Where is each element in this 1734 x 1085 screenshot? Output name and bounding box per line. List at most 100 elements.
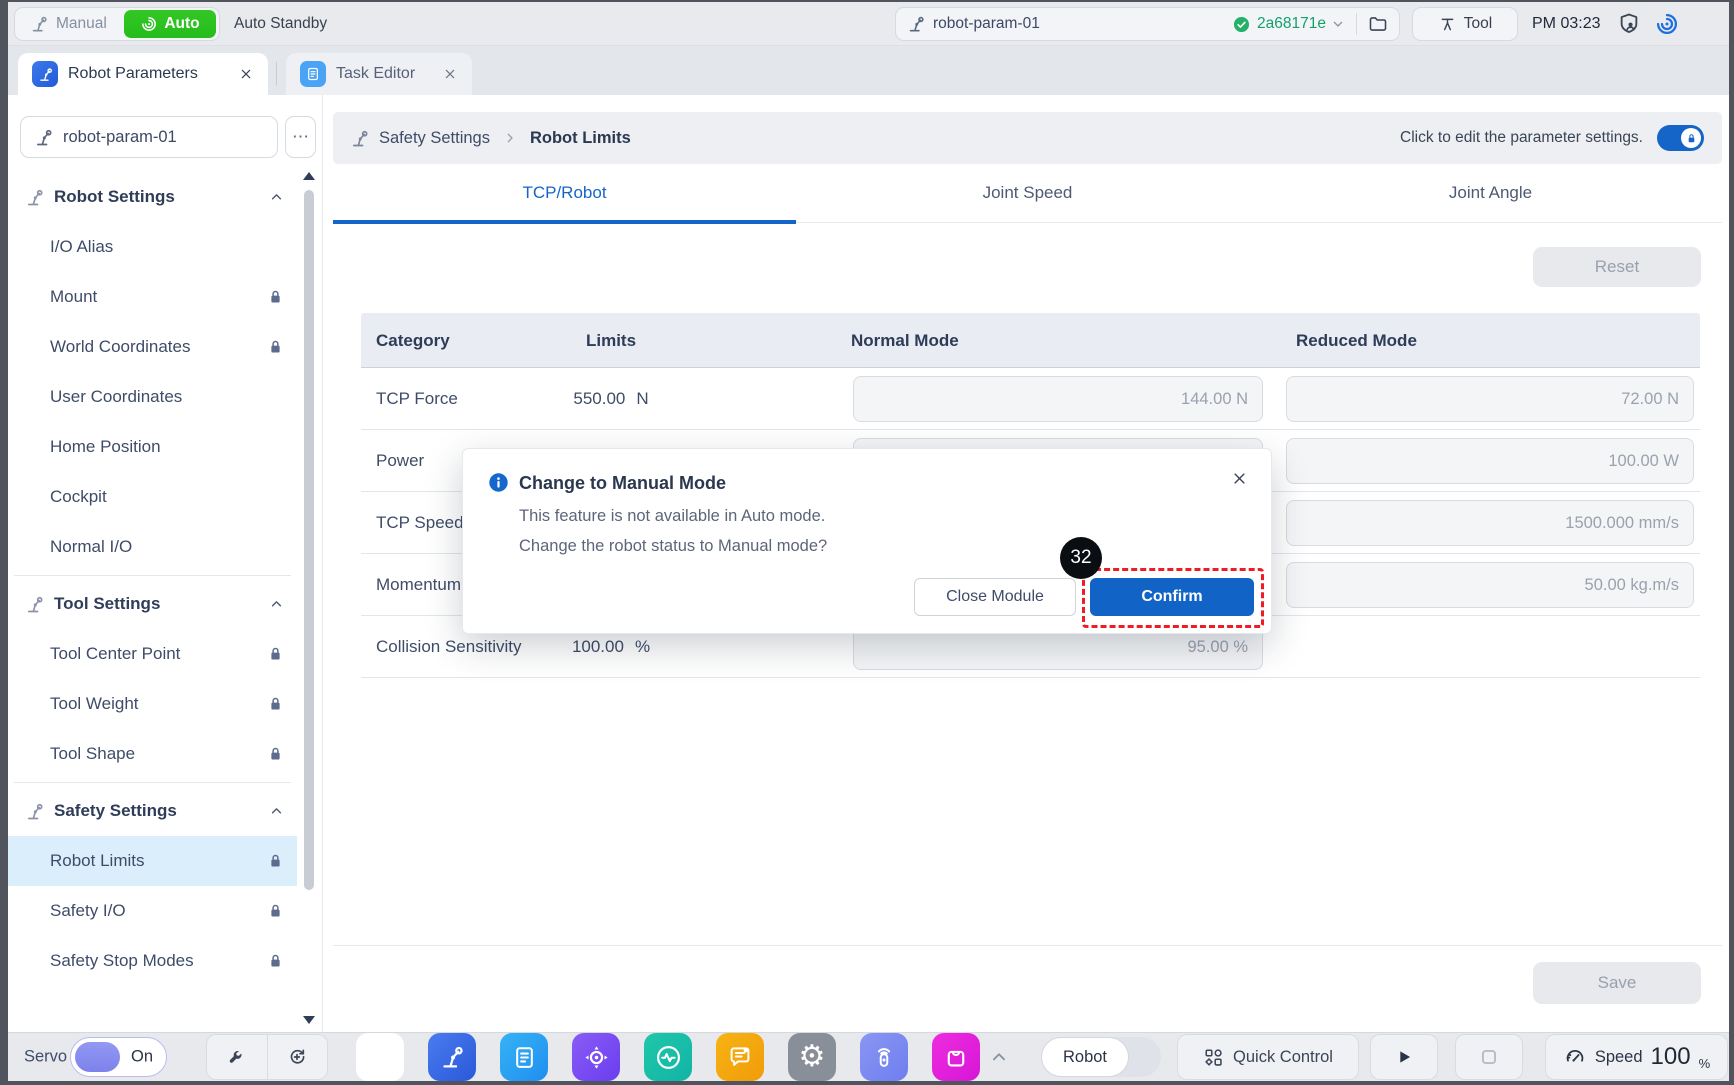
tab-tcp-robot[interactable]: TCP/Robot bbox=[333, 164, 796, 222]
swirl-icon[interactable] bbox=[1654, 11, 1680, 37]
tab-task-editor[interactable]: Task Editor bbox=[286, 53, 472, 95]
folder-open-icon[interactable] bbox=[1367, 13, 1389, 35]
task-editor-app-button[interactable] bbox=[500, 1033, 548, 1081]
lock-icon bbox=[266, 852, 285, 871]
sidebar-item-safety-stop-modes[interactable]: Safety Stop Modes bbox=[8, 936, 297, 986]
shield-user-icon[interactable] bbox=[1616, 11, 1642, 37]
section-divider bbox=[14, 575, 291, 576]
robot-parameters-app-button[interactable] bbox=[428, 1033, 476, 1081]
reset-button[interactable]: Reset bbox=[1533, 247, 1701, 287]
dialog-message-line2: Change the robot status to Manual mode? bbox=[519, 537, 827, 556]
close-icon[interactable] bbox=[442, 66, 458, 82]
monitoring-app-button[interactable] bbox=[644, 1033, 692, 1081]
scrollbar-thumb[interactable] bbox=[304, 190, 314, 890]
reduced-mode-input[interactable] bbox=[1286, 376, 1694, 422]
scroll-down-arrow[interactable] bbox=[303, 1016, 315, 1024]
servo-state-label: On bbox=[131, 1048, 153, 1067]
limit-unit: % bbox=[635, 637, 650, 657]
lock-icon bbox=[266, 902, 285, 921]
tool-button[interactable]: Tool bbox=[1412, 7, 1518, 41]
log-app-button[interactable] bbox=[716, 1033, 764, 1081]
home-app-button[interactable] bbox=[356, 1033, 404, 1081]
check-circle-icon bbox=[1232, 15, 1251, 34]
close-module-button[interactable]: Close Module bbox=[914, 578, 1076, 616]
home-icon bbox=[365, 1042, 395, 1072]
store-app-button[interactable] bbox=[932, 1033, 980, 1081]
item-label: Cockpit bbox=[50, 487, 107, 507]
quick-control-grid-icon bbox=[1203, 1047, 1224, 1068]
sidebar-section-tool-settings[interactable]: Tool Settings bbox=[8, 579, 297, 629]
sidebar-item-tool-weight[interactable]: Tool Weight bbox=[8, 679, 297, 729]
section-title: Safety Settings bbox=[54, 801, 177, 821]
tab-separator bbox=[276, 62, 277, 86]
sidebar-section-safety-settings[interactable]: Safety Settings bbox=[8, 786, 297, 836]
confirm-button[interactable]: Confirm bbox=[1090, 578, 1254, 616]
reduced-mode-input[interactable] bbox=[1286, 500, 1694, 546]
reduced-mode-input[interactable] bbox=[1286, 562, 1694, 608]
sidebar-item-user-coordinates[interactable]: User Coordinates bbox=[8, 372, 297, 422]
sidebar-item-robot-limits[interactable]: Robot Limits bbox=[8, 836, 297, 886]
dialog-message-line1: This feature is not available in Auto mo… bbox=[519, 507, 825, 526]
dock-collapse-chevron-icon[interactable] bbox=[988, 1046, 1010, 1068]
jog-app-button[interactable] bbox=[572, 1033, 620, 1081]
chevron-up-icon[interactable] bbox=[268, 189, 285, 206]
dialog-close-button[interactable] bbox=[1230, 469, 1249, 488]
stop-button[interactable] bbox=[1455, 1034, 1523, 1080]
settings-app-button[interactable]: ⚙ bbox=[788, 1033, 836, 1081]
remote-control-app-button[interactable] bbox=[860, 1033, 908, 1081]
table-header-row: Category Limits Normal Mode Reduced Mode bbox=[361, 313, 1700, 368]
quick-control-button[interactable]: Quick Control bbox=[1177, 1034, 1359, 1080]
tool-stand-icon bbox=[1438, 15, 1457, 34]
scroll-up-arrow[interactable] bbox=[303, 172, 315, 180]
sidebar-scrollbar[interactable] bbox=[302, 172, 316, 1024]
sidebar-section-robot-settings[interactable]: Robot Settings bbox=[8, 172, 297, 222]
refresh-add-button[interactable] bbox=[267, 1035, 328, 1079]
chevron-up-icon[interactable] bbox=[268, 596, 285, 613]
normal-mode-input[interactable] bbox=[853, 376, 1263, 422]
servo-toggle[interactable]: On bbox=[70, 1037, 167, 1077]
param-name-field[interactable]: robot-param-01 bbox=[20, 116, 278, 158]
sidebar-item-cockpit[interactable]: Cockpit bbox=[8, 472, 297, 522]
sidebar-item-home-position[interactable]: Home Position bbox=[8, 422, 297, 472]
tool-label: Tool bbox=[1464, 15, 1492, 33]
wrench-icon bbox=[226, 1046, 248, 1068]
robot-mode-pill[interactable]: Robot bbox=[1041, 1037, 1161, 1077]
save-divider bbox=[333, 945, 1722, 946]
parameter-file-pill[interactable]: robot-param-01 2a68171e bbox=[895, 7, 1400, 41]
sidebar-item-normal-io[interactable]: Normal I/O bbox=[8, 522, 297, 572]
sidebar-item-io-alias[interactable]: I/O Alias bbox=[8, 222, 297, 272]
reduced-mode-input[interactable] bbox=[1286, 438, 1694, 484]
save-button[interactable]: Save bbox=[1533, 962, 1701, 1004]
speed-control[interactable]: Speed 100 % bbox=[1545, 1034, 1728, 1080]
column-header-normal-mode: Normal Mode bbox=[851, 313, 959, 368]
manual-mode-button[interactable]: Manual bbox=[15, 8, 121, 40]
more-options-button[interactable]: ⋯ bbox=[285, 116, 316, 158]
auto-mode-button[interactable]: Auto bbox=[124, 10, 216, 38]
chevron-up-icon[interactable] bbox=[268, 803, 285, 820]
shopping-bag-icon bbox=[942, 1043, 970, 1071]
play-button[interactable] bbox=[1370, 1034, 1438, 1080]
wrench-button[interactable] bbox=[207, 1035, 267, 1079]
tab-joint-speed[interactable]: Joint Speed bbox=[796, 164, 1259, 222]
top-status-bar: Manual Auto Auto Standby robot-param-01 … bbox=[8, 2, 1729, 46]
breadcrumb-section[interactable]: Safety Settings bbox=[379, 129, 490, 148]
tab-joint-angle[interactable]: Joint Angle bbox=[1259, 164, 1722, 222]
sidebar-item-safety-io[interactable]: Safety I/O bbox=[8, 886, 297, 936]
pill-divider bbox=[1356, 13, 1357, 35]
lock-icon bbox=[266, 952, 285, 971]
sidebar-item-mount[interactable]: Mount bbox=[8, 272, 297, 322]
close-icon[interactable] bbox=[238, 66, 254, 82]
limit-value: 550.00 bbox=[573, 389, 625, 409]
chevron-down-icon[interactable] bbox=[1330, 16, 1346, 32]
sidebar-item-tool-center-point[interactable]: Tool Center Point bbox=[8, 629, 297, 679]
utility-button-group bbox=[206, 1034, 328, 1080]
param-name-text: robot-param-01 bbox=[63, 128, 177, 147]
tab-robot-parameters[interactable]: Robot Parameters bbox=[18, 53, 268, 95]
sidebar-item-world-coordinates[interactable]: World Coordinates bbox=[8, 322, 297, 372]
app-dock: ⚙ bbox=[356, 1033, 980, 1081]
edit-lock-toggle[interactable] bbox=[1657, 125, 1704, 151]
sidebar-item-tool-shape[interactable]: Tool Shape bbox=[8, 729, 297, 779]
ellipsis-icon: ⋯ bbox=[292, 127, 309, 147]
lock-icon bbox=[266, 695, 285, 714]
dialog-title: Change to Manual Mode bbox=[519, 473, 726, 494]
